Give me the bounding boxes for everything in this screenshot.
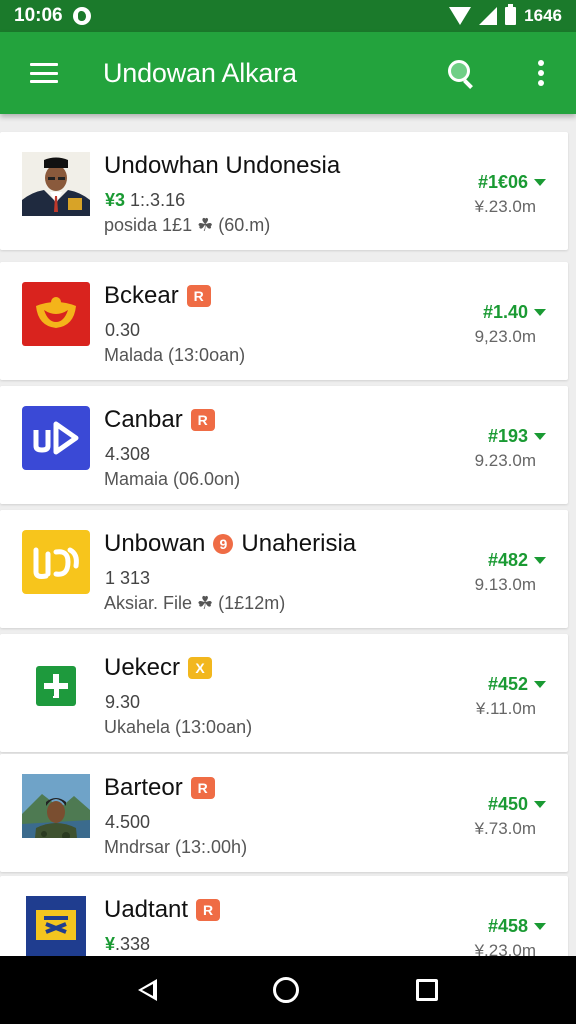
caret-down-icon [534, 801, 546, 808]
status-clock-right: 1646 [524, 6, 562, 25]
caret-down-icon [534, 557, 546, 564]
item-price[interactable]: #450 [488, 794, 546, 815]
item-size: 9.23.0m [474, 451, 536, 470]
item-rating: 1 313 [105, 568, 151, 588]
list-item[interactable]: Canbar R 4.308 Mamaia (06.0on) #193 9.23.… [0, 386, 568, 504]
badge-icon: R [196, 899, 221, 921]
list-item[interactable]: Uadtant R ¥.338 #458 ¥.23.0m [0, 876, 568, 956]
item-price[interactable]: #1€06 [478, 172, 546, 193]
item-rating: 0.30 [105, 320, 141, 340]
battery-icon [505, 4, 517, 25]
item-meta: posida 1£1 ☘ (60.m) [104, 215, 271, 235]
item-size: 9.13.0m [474, 575, 536, 594]
item-rating: 9.30 [105, 692, 141, 712]
search-icon[interactable] [446, 58, 476, 89]
item-size: 9,23.0m [474, 327, 536, 346]
item-size: ¥.73.0m [474, 819, 536, 838]
badge-icon: R [190, 777, 215, 799]
status-icons: 1646 [449, 4, 562, 26]
list-item[interactable]: Barteor R 4.500 Mndrsar (13:.00h) #450 ¥.… [0, 754, 568, 872]
item-meta: Mndrsar (13:.00h) [104, 837, 248, 857]
item-price[interactable]: #452 [488, 674, 546, 695]
badge-icon: X [188, 657, 213, 679]
app-list[interactable]: Undowhan Undonesia ¥3 1:.3.16 posida 1£1… [0, 114, 576, 956]
item-price[interactable]: #458 [488, 916, 546, 937]
list-item[interactable]: Undowhan Undonesia ¥3 1:.3.16 posida 1£1… [0, 132, 568, 250]
green-plus-logo-thumbnail [22, 654, 90, 718]
caret-down-icon [534, 923, 546, 930]
status-bar: 10:06 1646 [0, 0, 576, 32]
item-price[interactable]: #193 [488, 426, 546, 447]
item-rating: ¥.338 [105, 934, 151, 954]
item-price[interactable]: #482 [488, 550, 546, 571]
blue-book-logo-thumbnail [22, 896, 90, 956]
item-name: Undowhan Undonesia [104, 152, 341, 179]
list-item[interactable]: Bckear R 0.30 Malada (13:0oan) #1.40 9,23… [0, 262, 568, 380]
more-vert-icon[interactable] [538, 60, 544, 86]
back-triangle-icon[interactable] [138, 979, 158, 1001]
item-name: Uekecr X [104, 654, 213, 682]
item-rating: 4.500 [105, 812, 151, 832]
caret-down-icon [534, 179, 546, 186]
person-portrait-thumbnail [22, 152, 90, 216]
caret-down-icon [534, 309, 546, 316]
hamburger-menu-icon[interactable] [30, 63, 58, 83]
globe-icon [72, 7, 91, 25]
caret-down-icon [534, 433, 546, 440]
item-rating: 4.308 [105, 444, 151, 464]
item-price[interactable]: #1.40 [483, 302, 546, 323]
item-name: Uadtant R [104, 896, 221, 924]
item-rating: ¥3 1:.3.16 [105, 190, 186, 210]
badge-icon: R [186, 285, 211, 307]
item-size: ¥.23.0m [474, 197, 536, 216]
item-meta: Aksiar. File ☘ (1£12m) [104, 593, 286, 613]
item-meta: Mamaia (06.0on) [104, 469, 241, 489]
yellow-logo-thumbnail [22, 530, 90, 594]
item-name: Canbar R [104, 406, 215, 434]
system-nav-bar [0, 956, 576, 1024]
app-title: Undowan Alkara [103, 57, 297, 88]
wifi-icon [449, 7, 472, 25]
item-meta: Malada (13:0oan) [104, 345, 246, 365]
list-item[interactable]: Uekecr X 9.30 Ukahela (13:0oan) #452 ¥.11… [0, 634, 568, 752]
item-size: ¥.23.0m [474, 941, 536, 956]
blue-play-logo-thumbnail [22, 406, 90, 470]
item-name: Unbowan 9 Unaherisia [104, 530, 357, 557]
soldier-photo-thumbnail [22, 774, 90, 838]
item-size: ¥.11.0m [475, 699, 536, 718]
item-name: Bckear R [104, 282, 211, 310]
red-flower-logo-thumbnail [22, 282, 90, 346]
caret-down-icon [534, 681, 546, 688]
home-circle-icon[interactable] [273, 977, 300, 1003]
app-bar: Undowan Alkara [0, 32, 576, 114]
item-name: Barteor R [104, 774, 215, 802]
signal-icon [479, 7, 498, 25]
badge-icon: R [190, 409, 215, 431]
list-item[interactable]: Unbowan 9 Unaherisia 1 313 Aksiar. File ☘ … [0, 510, 568, 628]
badge-icon: 9 [213, 534, 234, 554]
recent-square-icon[interactable] [415, 979, 438, 1001]
status-time: 10:06 [14, 5, 63, 26]
item-meta: Ukahela (13:0oan) [104, 717, 253, 737]
